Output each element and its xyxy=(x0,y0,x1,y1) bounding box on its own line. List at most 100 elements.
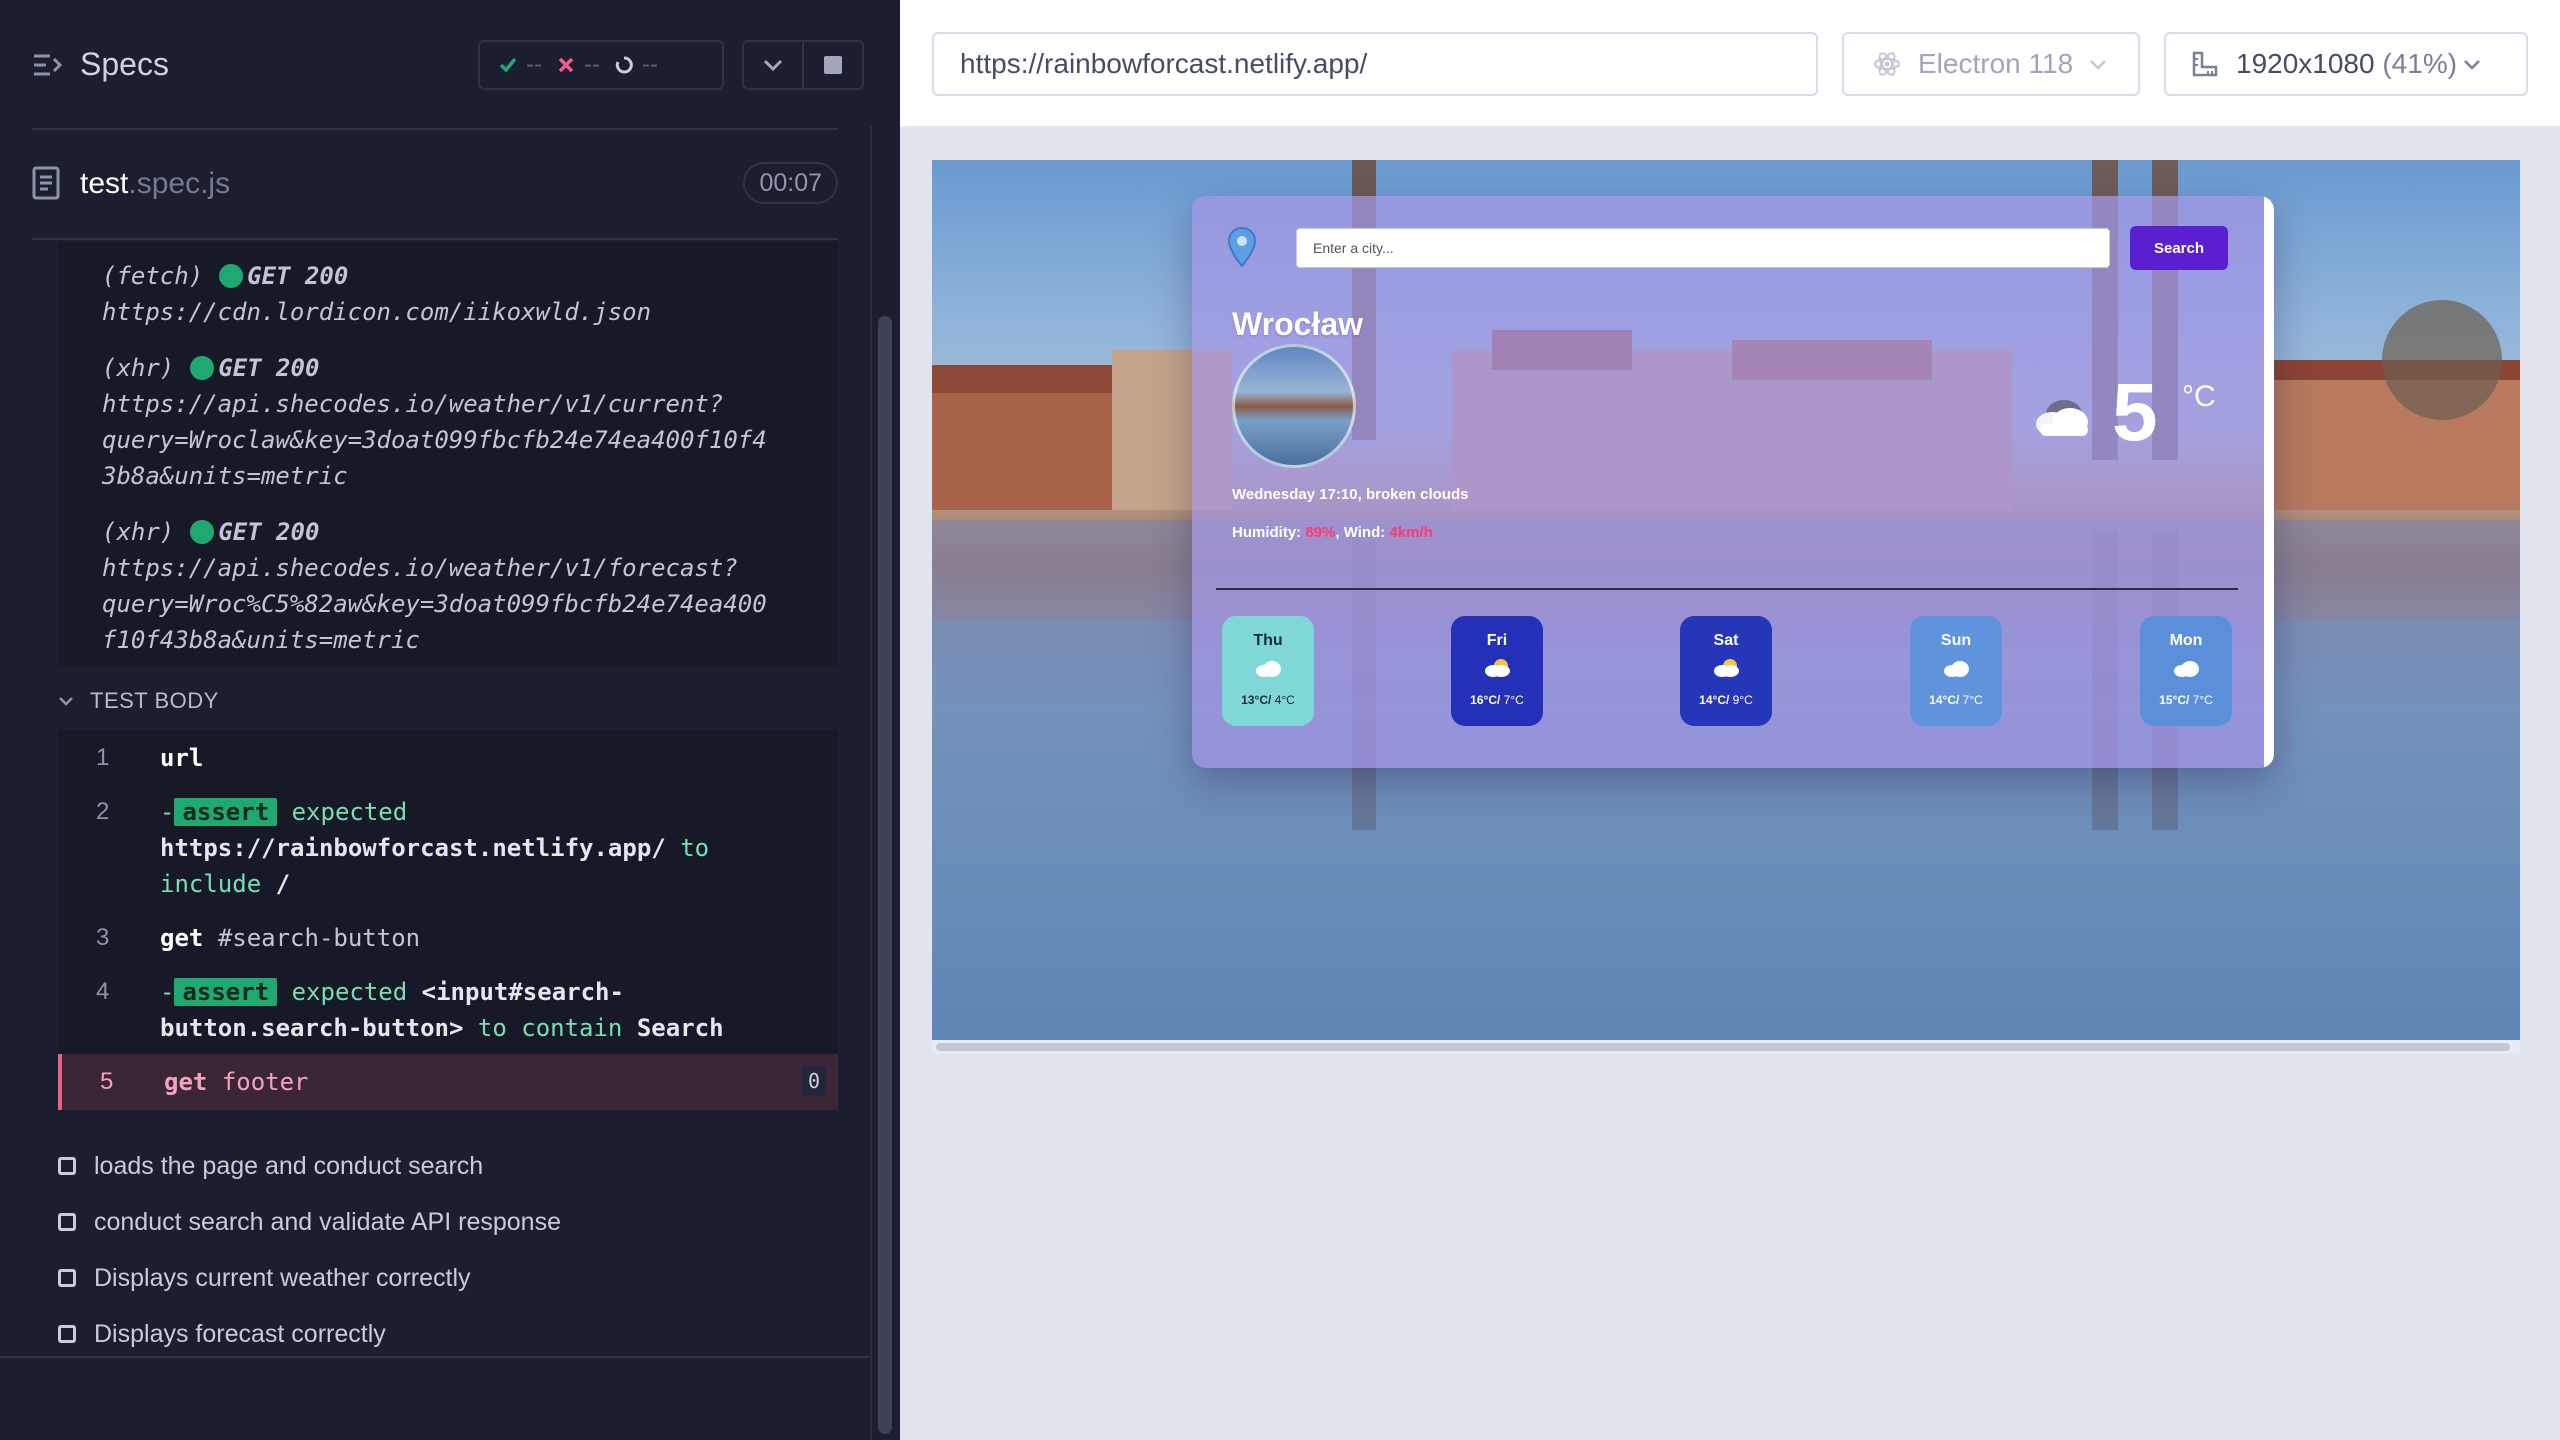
expand-toggle-button[interactable] xyxy=(742,40,804,90)
duration-badge: 00:07 xyxy=(743,162,838,204)
request-url: query=Wroc%C5%82aw&key=3doat099fbcfb24e7… xyxy=(102,590,767,618)
stop-icon xyxy=(824,56,842,74)
forecast-temp: 16°C/ 7°C xyxy=(1451,693,1543,707)
forecast-day: Sat xyxy=(1713,632,1739,649)
viewport-scale: (41%) xyxy=(2382,48,2458,79)
viewport-selector[interactable]: 1920x1080 (41%) xyxy=(2164,32,2528,96)
humidity-label: Humidity: xyxy=(1232,524,1302,541)
assert-include: include xyxy=(160,870,262,898)
request-url: f10f43b8a&units=metric xyxy=(102,626,420,654)
command-name: get xyxy=(164,1068,208,1096)
file-divider xyxy=(32,238,838,240)
test-title: loads the page and conduct search xyxy=(94,1151,484,1180)
aut-panel: https://rainbowforcast.netlify.app/ Elec… xyxy=(900,0,2560,1440)
test-stats: -- -- -- xyxy=(478,40,724,90)
assert-arg: Search xyxy=(636,1014,724,1042)
location-pin-icon[interactable] xyxy=(1226,226,1258,268)
temperature-unit: °C xyxy=(2182,380,2216,413)
document-icon xyxy=(32,166,60,200)
wind-value: 4km/h xyxy=(1389,524,1433,541)
assert-badge: assert xyxy=(174,798,278,826)
command-row-failed[interactable]: 5 get footer 0 xyxy=(58,1054,838,1110)
city-photo xyxy=(1232,344,1356,468)
forecast-temp: 15°C/ 7°C xyxy=(2140,693,2232,707)
cloud-icon xyxy=(1485,659,1510,677)
spec-base-name: test xyxy=(80,167,129,200)
pending-count: -- xyxy=(641,51,658,78)
test-item[interactable]: Displays forecast correctly xyxy=(58,1314,386,1354)
spec-file-row[interactable]: test.spec.js 00:07 xyxy=(32,160,838,208)
check-icon xyxy=(499,57,517,73)
command-arg: #search-button xyxy=(217,924,421,952)
viewport-size: 1920x1080 (41%) xyxy=(2236,48,2457,80)
command-log: 1 url 2 - assert expected https://rainbow… xyxy=(58,730,838,1110)
test-status-icon xyxy=(58,1325,76,1343)
command-number: 3 xyxy=(96,924,110,951)
test-item[interactable]: conduct search and validate API response xyxy=(58,1202,561,1242)
forecast-low: 7°C xyxy=(1959,693,1983,707)
assert-to: to xyxy=(680,834,710,862)
request-entry[interactable]: (xhr) GET 200 xyxy=(102,514,319,550)
aut-horizontal-scrollbar[interactable] xyxy=(936,1043,2510,1051)
test-item[interactable]: loads the page and conduct search xyxy=(58,1146,483,1186)
command-row[interactable]: 1 url xyxy=(58,740,838,780)
request-type: (xhr) xyxy=(102,354,175,382)
browser-name: Electron 118 xyxy=(1918,48,2074,79)
forecast-temp: 13°C/ 4°C xyxy=(1222,693,1314,707)
command-number: 4 xyxy=(96,978,110,1005)
city-search-input[interactable]: Enter a city... xyxy=(1296,228,2110,268)
command-arg: footer xyxy=(221,1068,309,1096)
forecast-day: Thu xyxy=(1253,632,1283,649)
test-body-toggle[interactable]: TEST BODY xyxy=(58,688,219,714)
assert-value: https://rainbowforcast.netlify.app/ xyxy=(160,834,666,862)
forecast-card-thu: Thu 13°C/ 4°C xyxy=(1222,616,1314,726)
failed-stat: -- xyxy=(556,51,600,79)
pending-stat: -- xyxy=(614,51,658,79)
command-row[interactable]: 2 - assert expected https://rainbowforcas… xyxy=(58,794,838,904)
forecast-high: 14°C/ xyxy=(1929,693,1960,707)
request-type: (fetch) xyxy=(102,262,204,290)
forecast-temp: 14°C/ 9°C xyxy=(1680,693,1772,707)
spec-file-name: test.spec.js xyxy=(80,167,230,201)
cloud-icon xyxy=(2036,400,2088,436)
assert-arg: / xyxy=(275,870,291,898)
command-row[interactable]: 4 - assert expected <input#search- button… xyxy=(58,974,838,1050)
test-body-label: TEST BODY xyxy=(90,688,219,713)
command-number: 2 xyxy=(96,798,110,825)
element-count-badge: 0 xyxy=(802,1066,826,1096)
request-entry[interactable]: (fetch) GET 200 xyxy=(102,258,348,294)
test-status-icon xyxy=(58,1269,76,1287)
chevron-down-icon xyxy=(2464,60,2480,70)
chevron-down-icon xyxy=(2090,60,2107,70)
request-status: GET 200 xyxy=(247,262,349,290)
cloud-icon xyxy=(1714,659,1739,677)
request-url: https://cdn.lordicon.com/iikoxwld.json xyxy=(102,298,652,326)
test-item[interactable]: Displays current weather correctly xyxy=(58,1258,471,1298)
request-url: 3b8a&units=metric xyxy=(102,462,348,490)
search-button[interactable]: Search xyxy=(2130,226,2228,270)
command-row[interactable]: 3 get #search-button xyxy=(58,920,838,960)
forecast-low: 7°C xyxy=(1500,693,1524,707)
assert-expected: expected xyxy=(291,798,408,826)
test-status-icon xyxy=(58,1157,76,1175)
forecast-temp: 14°C/ 7°C xyxy=(1910,693,2002,707)
card-edge xyxy=(2264,196,2274,768)
test-title: Displays forecast correctly xyxy=(94,1319,386,1348)
stop-button[interactable] xyxy=(802,40,864,90)
reporter-scrollbar[interactable] xyxy=(878,316,892,1434)
forecast-day: Sun xyxy=(1940,632,1972,649)
city-name: Wrocław xyxy=(1232,306,1363,342)
assert-badge: assert xyxy=(174,978,278,1006)
x-icon xyxy=(558,57,574,73)
url-bar[interactable]: https://rainbowforcast.netlify.app/ xyxy=(932,32,1818,96)
request-entry[interactable]: (xhr) GET 200 xyxy=(102,350,319,386)
forecast-card-fri: Fri 16°C/ 7°C xyxy=(1451,616,1543,726)
specs-list-icon[interactable] xyxy=(32,50,62,80)
status-dot-icon xyxy=(190,520,215,544)
assert-value: <input#search- xyxy=(421,978,624,1006)
browser-selector[interactable]: Electron 118 xyxy=(1842,32,2140,96)
electron-icon xyxy=(1874,52,1900,76)
test-status-icon xyxy=(58,1213,76,1231)
app-under-test: Enter a city... Search Wrocław Wednesday… xyxy=(932,160,2520,1040)
forecast-card-sat: Sat 14°C/ 9°C xyxy=(1680,616,1772,726)
